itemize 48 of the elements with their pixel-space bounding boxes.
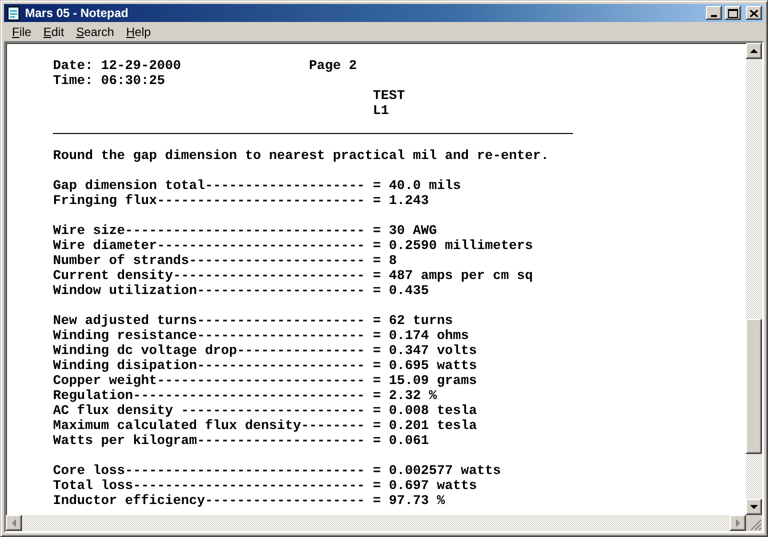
result-line: Watts per kilogram--------------------- = 0.061: [53, 434, 429, 449]
result-line: Winding dc voltage drop---------------- = 0.347 volts: [53, 344, 477, 359]
up-arrow-icon: [750, 49, 758, 53]
result-line: Number of strands---------------------- = 8: [53, 254, 397, 269]
horizontal-scrollbar[interactable]: [6, 515, 746, 531]
time-text: Time: 06:30:25: [53, 74, 165, 89]
result-line: Winding disipation--------------------- = 0.695 watts: [53, 359, 477, 374]
menu-item[interactable]: Help: [120, 24, 157, 38]
maximize-icon: [728, 8, 738, 18]
result-line: Total loss----------------------------- = 0.697 watts: [53, 479, 477, 494]
scroll-up-button[interactable]: [746, 43, 762, 59]
window-title: Mars 05 - Notepad: [25, 6, 130, 20]
close-icon: [750, 10, 758, 16]
menu-item[interactable]: Edit: [37, 24, 70, 38]
result-line: Winding resistance--------------------- = 0.174 ohms: [53, 329, 469, 344]
result-line: AC flux density ----------------------- = 0.008 tesla: [53, 404, 477, 419]
left-arrow-icon: [12, 519, 16, 527]
close-button[interactable]: [746, 6, 762, 20]
instruction-text: Round the gap dimension to nearest practical mil and re-enter.: [53, 149, 549, 164]
scroll-thumb[interactable]: [746, 319, 762, 454]
vertical-scrollbar[interactable]: [746, 43, 762, 515]
heading-text: L1: [372, 104, 389, 119]
maximize-button[interactable]: [725, 6, 741, 20]
result-line: Wire size------------------------------ = 30 AWG: [53, 224, 437, 239]
result-line: Gap dimension total-------------------- = 40.0 mils: [53, 179, 461, 194]
scroll-down-button[interactable]: [746, 499, 762, 515]
notepad-icon: [6, 5, 22, 21]
scroll-right-button[interactable]: [730, 515, 746, 531]
menu-item[interactable]: File: [6, 24, 38, 38]
result-line: Inductor efficiency-------------------- = 97.73 %: [53, 494, 445, 509]
minimize-button[interactable]: [706, 6, 722, 20]
date-text: Date: 12-29-2000: [53, 59, 182, 74]
result-line: Copper weight-------------------------- = 15.09 grams: [53, 374, 477, 389]
scroll-left-button[interactable]: [6, 515, 22, 531]
result-line: Fringing flux-------------------------- = 1.243: [53, 194, 429, 209]
result-line: Regulation----------------------------- = 2.32 %: [53, 389, 437, 404]
result-line: New adjusted turns--------------------- = 62 turns: [53, 314, 453, 329]
result-line: Maximum calculated flux density-------- = 0.201 tesla: [53, 419, 477, 434]
heading-text: TEST: [372, 89, 405, 104]
resize-grip-icon[interactable]: [750, 519, 762, 531]
menu-item[interactable]: Search: [70, 24, 120, 38]
page-number: Page 2: [308, 59, 357, 74]
result-line: Core loss------------------------------ = 0.002577 watts: [53, 464, 501, 479]
result-line: Wire diameter-------------------------- = 0.2590 millimeters: [53, 239, 533, 254]
down-arrow-icon: [750, 505, 758, 509]
result-line: Current density------------------------ = 487 amps per cm sq: [53, 269, 533, 284]
result-line: Window utilization--------------------- = 0.435: [53, 284, 429, 299]
right-arrow-icon: [736, 519, 740, 527]
